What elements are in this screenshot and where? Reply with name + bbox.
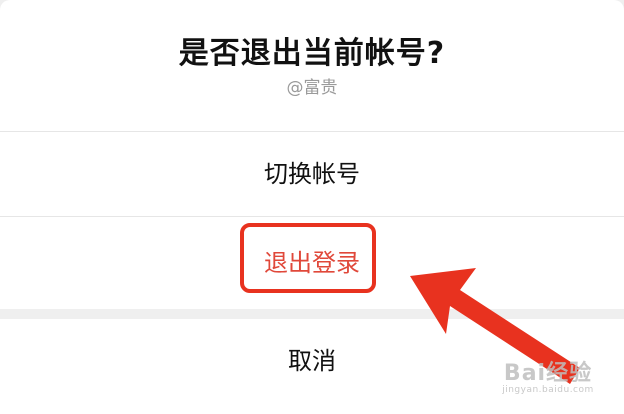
section-divider	[0, 309, 624, 319]
logout-label: 退出登录	[264, 249, 360, 277]
logout-action-sheet: 是否退出当前帐号? @富贵 切换帐号 退出登录 取消	[0, 0, 624, 414]
cancel-label: 取消	[288, 347, 336, 375]
cancel-button[interactable]: 取消	[0, 319, 624, 414]
dialog-header: 是否退出当前帐号? @富贵	[0, 0, 624, 132]
dialog-title: 是否退出当前帐号?	[178, 36, 446, 71]
logout-button[interactable]: 退出登录	[0, 217, 624, 309]
switch-account-label: 切换帐号	[264, 160, 360, 188]
account-name: @富贵	[286, 78, 338, 98]
switch-account-button[interactable]: 切换帐号	[0, 132, 624, 217]
